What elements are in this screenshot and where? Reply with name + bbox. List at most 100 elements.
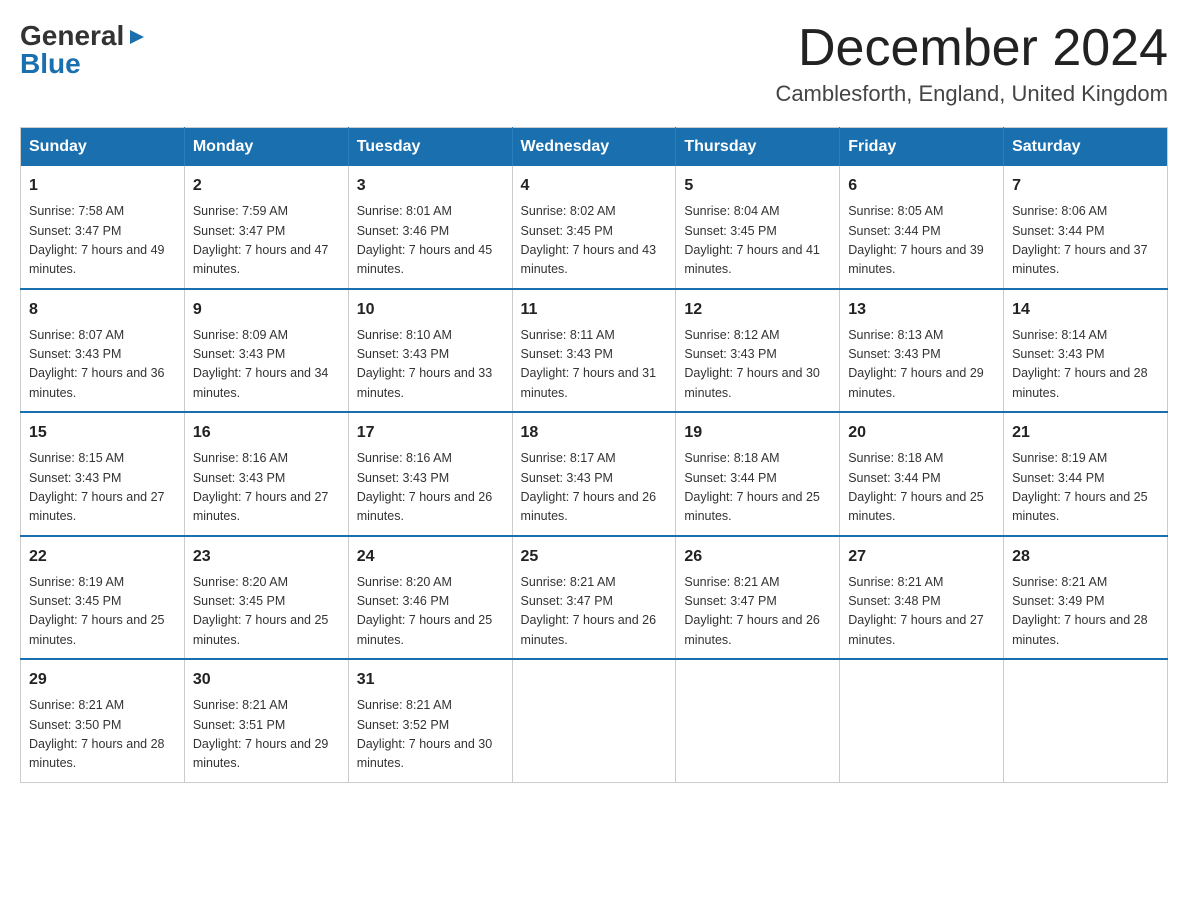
calendar-empty-4-6 <box>1004 659 1168 782</box>
calendar-week-4: 22 Sunrise: 8:19 AMSunset: 3:45 PMDayligh… <box>21 536 1168 660</box>
day-info: Sunrise: 8:04 AMSunset: 3:45 PMDaylight:… <box>684 204 820 276</box>
location-title: Camblesforth, England, United Kingdom <box>775 81 1168 107</box>
day-number: 7 <box>1012 174 1159 198</box>
calendar-day-26: 26 Sunrise: 8:21 AMSunset: 3:47 PMDayligh… <box>676 536 840 660</box>
header-wednesday: Wednesday <box>512 128 676 167</box>
logo-arrow-icon <box>126 26 148 48</box>
day-info: Sunrise: 8:16 AMSunset: 3:43 PMDaylight:… <box>357 451 493 523</box>
day-info: Sunrise: 8:17 AMSunset: 3:43 PMDaylight:… <box>521 451 657 523</box>
header-sunday: Sunday <box>21 128 185 167</box>
day-number: 16 <box>193 421 340 445</box>
day-number: 5 <box>684 174 831 198</box>
calendar-day-28: 28 Sunrise: 8:21 AMSunset: 3:49 PMDayligh… <box>1004 536 1168 660</box>
day-number: 8 <box>29 298 176 322</box>
day-info: Sunrise: 8:01 AMSunset: 3:46 PMDaylight:… <box>357 204 493 276</box>
day-number: 4 <box>521 174 668 198</box>
calendar-day-22: 22 Sunrise: 8:19 AMSunset: 3:45 PMDayligh… <box>21 536 185 660</box>
day-number: 1 <box>29 174 176 198</box>
day-number: 22 <box>29 545 176 569</box>
day-number: 10 <box>357 298 504 322</box>
calendar-day-12: 12 Sunrise: 8:12 AMSunset: 3:43 PMDayligh… <box>676 289 840 413</box>
day-info: Sunrise: 8:18 AMSunset: 3:44 PMDaylight:… <box>848 451 984 523</box>
day-number: 27 <box>848 545 995 569</box>
calendar-header-row: SundayMondayTuesdayWednesdayThursdayFrid… <box>21 128 1168 167</box>
page-header: General Blue December 2024 Camblesforth,… <box>20 20 1168 107</box>
calendar-day-7: 7Sunrise: 8:06 AMSunset: 3:44 PMDaylight… <box>1004 166 1168 289</box>
day-info: Sunrise: 8:11 AMSunset: 3:43 PMDaylight:… <box>521 328 657 400</box>
month-title: December 2024 <box>775 20 1168 77</box>
day-info: Sunrise: 8:19 AMSunset: 3:44 PMDaylight:… <box>1012 451 1148 523</box>
day-info: Sunrise: 8:20 AMSunset: 3:46 PMDaylight:… <box>357 575 493 647</box>
calendar-week-2: 8 Sunrise: 8:07 AMSunset: 3:43 PMDaylight… <box>21 289 1168 413</box>
calendar-week-5: 29 Sunrise: 8:21 AMSunset: 3:50 PMDayligh… <box>21 659 1168 782</box>
day-info: Sunrise: 8:02 AMSunset: 3:45 PMDaylight:… <box>521 204 657 276</box>
day-number: 26 <box>684 545 831 569</box>
day-info: Sunrise: 8:20 AMSunset: 3:45 PMDaylight:… <box>193 575 329 647</box>
day-info: Sunrise: 8:13 AMSunset: 3:43 PMDaylight:… <box>848 328 984 400</box>
calendar-week-3: 15Sunrise: 8:15 AMSunset: 3:43 PMDayligh… <box>21 412 1168 536</box>
calendar-day-8: 8 Sunrise: 8:07 AMSunset: 3:43 PMDaylight… <box>21 289 185 413</box>
calendar-day-17: 17 Sunrise: 8:16 AMSunset: 3:43 PMDayligh… <box>348 412 512 536</box>
day-number: 23 <box>193 545 340 569</box>
day-number: 30 <box>193 668 340 692</box>
calendar-day-30: 30 Sunrise: 8:21 AMSunset: 3:51 PMDayligh… <box>184 659 348 782</box>
logo: General Blue <box>20 20 148 80</box>
calendar-day-3: 3Sunrise: 8:01 AMSunset: 3:46 PMDaylight… <box>348 166 512 289</box>
day-info: Sunrise: 7:58 AMSunset: 3:47 PMDaylight:… <box>29 204 165 276</box>
day-info: Sunrise: 8:21 AMSunset: 3:50 PMDaylight:… <box>29 698 165 770</box>
day-number: 21 <box>1012 421 1159 445</box>
calendar-day-10: 10 Sunrise: 8:10 AMSunset: 3:43 PMDayligh… <box>348 289 512 413</box>
calendar-day-21: 21 Sunrise: 8:19 AMSunset: 3:44 PMDayligh… <box>1004 412 1168 536</box>
day-info: Sunrise: 8:09 AMSunset: 3:43 PMDaylight:… <box>193 328 329 400</box>
day-number: 9 <box>193 298 340 322</box>
day-number: 31 <box>357 668 504 692</box>
calendar-day-27: 27 Sunrise: 8:21 AMSunset: 3:48 PMDayligh… <box>840 536 1004 660</box>
calendar-day-19: 19Sunrise: 8:18 AMSunset: 3:44 PMDayligh… <box>676 412 840 536</box>
title-section: December 2024 Camblesforth, England, Uni… <box>775 20 1168 107</box>
header-monday: Monday <box>184 128 348 167</box>
day-info: Sunrise: 8:21 AMSunset: 3:51 PMDaylight:… <box>193 698 329 770</box>
header-saturday: Saturday <box>1004 128 1168 167</box>
header-tuesday: Tuesday <box>348 128 512 167</box>
calendar-day-16: 16Sunrise: 8:16 AMSunset: 3:43 PMDayligh… <box>184 412 348 536</box>
calendar-day-20: 20 Sunrise: 8:18 AMSunset: 3:44 PMDayligh… <box>840 412 1004 536</box>
day-info: Sunrise: 8:21 AMSunset: 3:49 PMDaylight:… <box>1012 575 1148 647</box>
calendar-day-2: 2Sunrise: 7:59 AMSunset: 3:47 PMDaylight… <box>184 166 348 289</box>
calendar-day-4: 4 Sunrise: 8:02 AMSunset: 3:45 PMDaylight… <box>512 166 676 289</box>
calendar-empty-4-5 <box>840 659 1004 782</box>
day-number: 12 <box>684 298 831 322</box>
day-number: 18 <box>521 421 668 445</box>
calendar-day-24: 24 Sunrise: 8:20 AMSunset: 3:46 PMDayligh… <box>348 536 512 660</box>
logo-blue-text: Blue <box>20 48 81 80</box>
day-info: Sunrise: 7:59 AMSunset: 3:47 PMDaylight:… <box>193 204 329 276</box>
calendar-day-29: 29 Sunrise: 8:21 AMSunset: 3:50 PMDayligh… <box>21 659 185 782</box>
calendar-day-18: 18 Sunrise: 8:17 AMSunset: 3:43 PMDayligh… <box>512 412 676 536</box>
day-number: 13 <box>848 298 995 322</box>
day-number: 25 <box>521 545 668 569</box>
day-info: Sunrise: 8:19 AMSunset: 3:45 PMDaylight:… <box>29 575 165 647</box>
day-info: Sunrise: 8:21 AMSunset: 3:47 PMDaylight:… <box>684 575 820 647</box>
calendar-week-1: 1 Sunrise: 7:58 AMSunset: 3:47 PMDaylight… <box>21 166 1168 289</box>
calendar-day-6: 6Sunrise: 8:05 AMSunset: 3:44 PMDaylight… <box>840 166 1004 289</box>
day-number: 29 <box>29 668 176 692</box>
day-number: 11 <box>521 298 668 322</box>
day-info: Sunrise: 8:12 AMSunset: 3:43 PMDaylight:… <box>684 328 820 400</box>
calendar-table: SundayMondayTuesdayWednesdayThursdayFrid… <box>20 127 1168 783</box>
day-number: 6 <box>848 174 995 198</box>
day-info: Sunrise: 8:18 AMSunset: 3:44 PMDaylight:… <box>684 451 820 523</box>
day-number: 28 <box>1012 545 1159 569</box>
calendar-day-13: 13 Sunrise: 8:13 AMSunset: 3:43 PMDayligh… <box>840 289 1004 413</box>
calendar-day-14: 14Sunrise: 8:14 AMSunset: 3:43 PMDayligh… <box>1004 289 1168 413</box>
day-number: 20 <box>848 421 995 445</box>
day-info: Sunrise: 8:10 AMSunset: 3:43 PMDaylight:… <box>357 328 493 400</box>
day-info: Sunrise: 8:07 AMSunset: 3:43 PMDaylight:… <box>29 328 165 400</box>
day-info: Sunrise: 8:14 AMSunset: 3:43 PMDaylight:… <box>1012 328 1148 400</box>
day-number: 24 <box>357 545 504 569</box>
calendar-empty-4-4 <box>676 659 840 782</box>
calendar-day-15: 15Sunrise: 8:15 AMSunset: 3:43 PMDayligh… <box>21 412 185 536</box>
calendar-empty-4-3 <box>512 659 676 782</box>
day-info: Sunrise: 8:21 AMSunset: 3:48 PMDaylight:… <box>848 575 984 647</box>
day-info: Sunrise: 8:21 AMSunset: 3:52 PMDaylight:… <box>357 698 493 770</box>
header-friday: Friday <box>840 128 1004 167</box>
day-number: 17 <box>357 421 504 445</box>
